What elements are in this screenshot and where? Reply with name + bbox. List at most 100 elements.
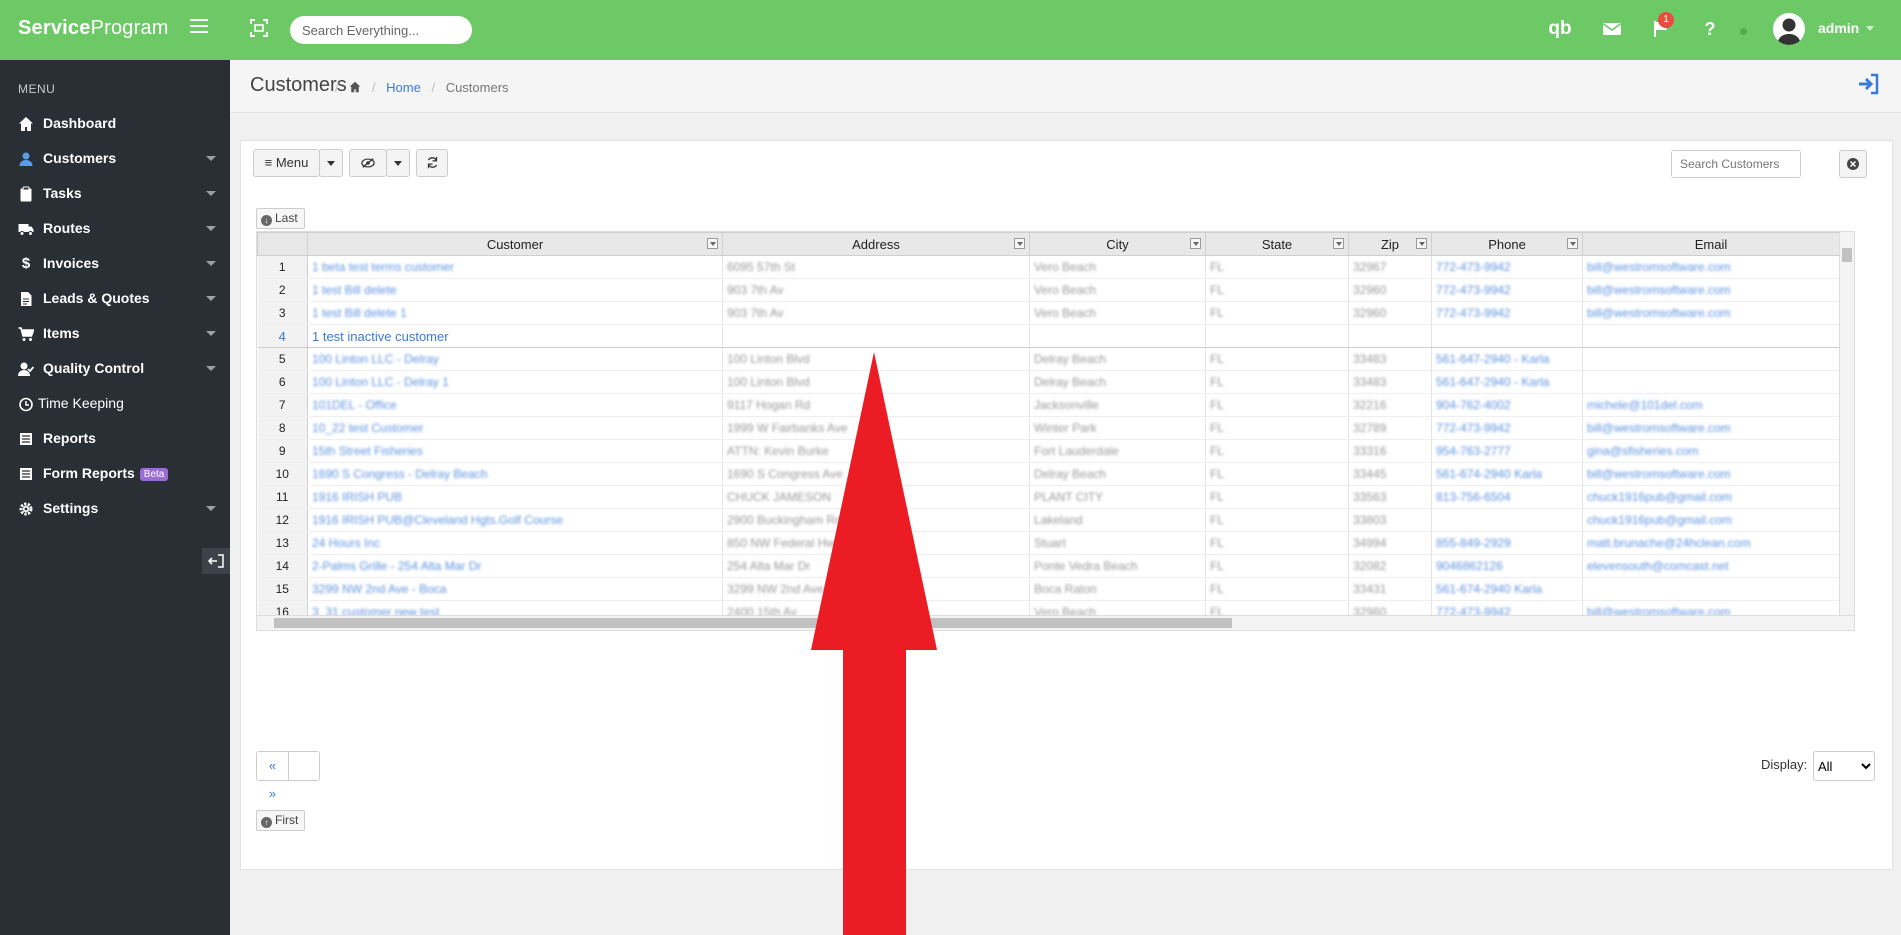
cell-phone[interactable] (1431, 324, 1583, 348)
user-avatar[interactable] (1773, 13, 1805, 45)
cell-phone[interactable]: 772-473-9942 (1431, 255, 1583, 279)
cell-email[interactable]: matt.brunache@24hclean.com (1582, 531, 1840, 555)
column-header[interactable]: Phone (1431, 232, 1583, 256)
table-row[interactable]: 5 100 Linton LLC - Delray 100 Linton Blvd D… (257, 347, 1840, 371)
cell-customer[interactable]: 15th Street Fisheries (307, 439, 723, 463)
filter-icon[interactable] (1190, 238, 1201, 249)
horizontal-scrollbar[interactable] (257, 615, 1854, 630)
display-count-select[interactable]: All (1813, 751, 1875, 781)
home-icon[interactable] (349, 81, 361, 93)
filter-icon[interactable] (1333, 238, 1344, 249)
brand-logo[interactable]: ServiceProgram (18, 17, 169, 40)
cell-email[interactable]: bill@westromsoftware.com (1582, 462, 1840, 486)
cell-customer[interactable]: 101DEL - Office (307, 393, 723, 417)
sidebar-item-form-reports[interactable]: Form Reports Beta (0, 456, 230, 491)
table-row[interactable]: 12 1916 IRISH PUB@Cleveland Hgts.Golf Cou… (257, 508, 1840, 532)
cell-customer[interactable]: 24 Hours Inc (307, 531, 723, 555)
cell-customer[interactable]: 1 beta test terms customer (307, 255, 723, 279)
sidebar-item-routes[interactable]: Routes (0, 211, 230, 246)
sidebar-item-settings[interactable]: Settings (0, 491, 230, 526)
prev-page-button[interactable]: « (257, 752, 289, 780)
cell-email[interactable]: bill@westromsoftware.com (1582, 301, 1840, 325)
cell-phone[interactable]: 772-473-9942 (1431, 278, 1583, 302)
cell-customer[interactable]: 1916 IRISH PUB (307, 485, 723, 509)
cell-email[interactable]: bill@westromsoftware.com (1582, 278, 1840, 302)
table-row[interactable]: 6 100 Linton LLC - Delray 1 100 Linton Blv… (257, 370, 1840, 394)
cell-customer[interactable]: 2-Palms Grille - 254 Alta Mar Dr (307, 554, 723, 578)
menu-button[interactable]: ≡ Menu (253, 149, 320, 177)
cell-email[interactable] (1582, 577, 1840, 601)
sidebar-item-quality-control[interactable]: Quality Control (0, 351, 230, 386)
table-row[interactable]: 14 2-Palms Grille - 254 Alta Mar Dr 254 Al… (257, 554, 1840, 578)
cell-phone[interactable]: 855-849-2929 (1431, 531, 1583, 555)
mail-icon[interactable] (1600, 17, 1624, 41)
sidebar-item-customers[interactable]: Customers (0, 141, 230, 176)
column-header[interactable]: Zip (1348, 232, 1432, 256)
sidebar-item-invoices[interactable]: $ Invoices (0, 246, 230, 281)
cell-phone[interactable]: 561-647-2940 - Karla (1431, 347, 1583, 371)
scrollbar-thumb[interactable] (1842, 248, 1852, 262)
customer-search-input[interactable] (1671, 150, 1801, 178)
quickbooks-icon[interactable]: qb (1548, 17, 1572, 41)
cell-phone[interactable]: 772-473-9942 (1431, 416, 1583, 440)
cell-customer[interactable]: 3299 NW 2nd Ave - Boca (307, 577, 723, 601)
help-icon[interactable]: ? (1698, 17, 1722, 41)
cell-customer[interactable]: 100 Linton LLC - Delray (307, 347, 723, 371)
refresh-button[interactable] (416, 149, 448, 177)
column-header[interactable]: City (1029, 232, 1206, 256)
hide-columns-button[interactable] (349, 149, 387, 177)
sidebar-item-tasks[interactable]: Tasks (0, 176, 230, 211)
breadcrumb-home-link[interactable]: Home (386, 80, 421, 95)
cell-customer[interactable]: 1690 S Congress - Delray Beach (307, 462, 723, 486)
sidebar-item-leads-quotes[interactable]: Leads & Quotes (0, 281, 230, 316)
table-row[interactable]: 2 1 test Bill delete 903 7th Av Vero Beach F… (257, 278, 1840, 302)
table-row[interactable]: 15 3299 NW 2nd Ave - Boca 3299 NW 2nd Ave B… (257, 577, 1840, 601)
cell-phone[interactable]: 772-473-9942 (1431, 301, 1583, 325)
cell-email[interactable]: chuck1916pub@gmail.com (1582, 485, 1840, 509)
scrollbar-thumb[interactable] (274, 618, 1232, 628)
cell-email[interactable]: michele@101del.com (1582, 393, 1840, 417)
column-header[interactable]: Customer (307, 232, 723, 256)
cell-email[interactable]: bill@westromsoftware.com (1582, 416, 1840, 440)
table-row[interactable]: 13 24 Hours Inc 850 NW Federal Hwy Stuart FL… (257, 531, 1840, 555)
next-page-button[interactable]: » (257, 780, 288, 808)
username-label[interactable]: admin (1818, 20, 1859, 36)
menu-dropdown-button[interactable] (319, 149, 343, 177)
vertical-scrollbar[interactable] (1839, 232, 1854, 630)
cell-email[interactable]: chuck1916pub@gmail.com (1582, 508, 1840, 532)
sidebar-item-reports[interactable]: Reports (0, 421, 230, 456)
table-row[interactable]: 9 15th Street Fisheries ATTN: Kevin Burke F… (257, 439, 1840, 463)
cell-email[interactable] (1582, 324, 1840, 348)
chevron-down-icon[interactable] (1866, 26, 1874, 31)
sidebar-item-time-keeping[interactable]: Time Keeping (0, 386, 230, 421)
cell-email[interactable] (1582, 370, 1840, 394)
cell-phone[interactable]: 904-762-4002 (1431, 393, 1583, 417)
sign-in-icon[interactable] (1857, 72, 1881, 96)
table-row[interactable]: 3 1 test Bill delete 1 903 7th Av Vero Beac… (257, 301, 1840, 325)
cell-phone[interactable]: 561-674-2940 Karla (1431, 577, 1583, 601)
global-search-input[interactable] (290, 16, 472, 44)
filter-icon[interactable] (707, 238, 718, 249)
cell-email[interactable]: elevensouth@comcast.net (1582, 554, 1840, 578)
column-header[interactable]: Email (1582, 232, 1840, 256)
cell-email[interactable]: gina@sfisheries.com (1582, 439, 1840, 463)
fullscreen-icon[interactable] (250, 19, 268, 37)
clear-search-button[interactable] (1839, 150, 1867, 178)
cell-phone[interactable]: 813-756-6504 (1431, 485, 1583, 509)
column-header[interactable]: Address (722, 232, 1030, 256)
hamburger-menu-icon[interactable] (190, 19, 208, 33)
cell-email[interactable]: bill@westromsoftware.com (1582, 255, 1840, 279)
cell-customer[interactable]: 1 test Bill delete (307, 278, 723, 302)
table-row[interactable]: 41 test inactive customer (257, 324, 1840, 348)
cell-phone[interactable]: 954-763-2777 (1431, 439, 1583, 463)
filter-icon[interactable] (1567, 238, 1578, 249)
cell-customer[interactable]: 1916 IRISH PUB@Cleveland Hgts.Golf Cours… (307, 508, 723, 532)
filter-icon[interactable] (1014, 238, 1025, 249)
cell-customer[interactable]: 1 test Bill delete 1 (307, 301, 723, 325)
sidebar-item-items[interactable]: Items (0, 316, 230, 351)
table-row[interactable]: 7 101DEL - Office 9117 Hogan Rd Jacksonvill… (257, 393, 1840, 417)
table-row[interactable]: 11 1916 IRISH PUB CHUCK JAMESON PLANT CITY F… (257, 485, 1840, 509)
table-row[interactable]: 1 1 beta test terms customer 6095 57th St V… (257, 255, 1840, 279)
cell-customer[interactable]: 10_22 test Customer (307, 416, 723, 440)
cell-customer[interactable]: 1 test inactive customer (307, 324, 723, 348)
